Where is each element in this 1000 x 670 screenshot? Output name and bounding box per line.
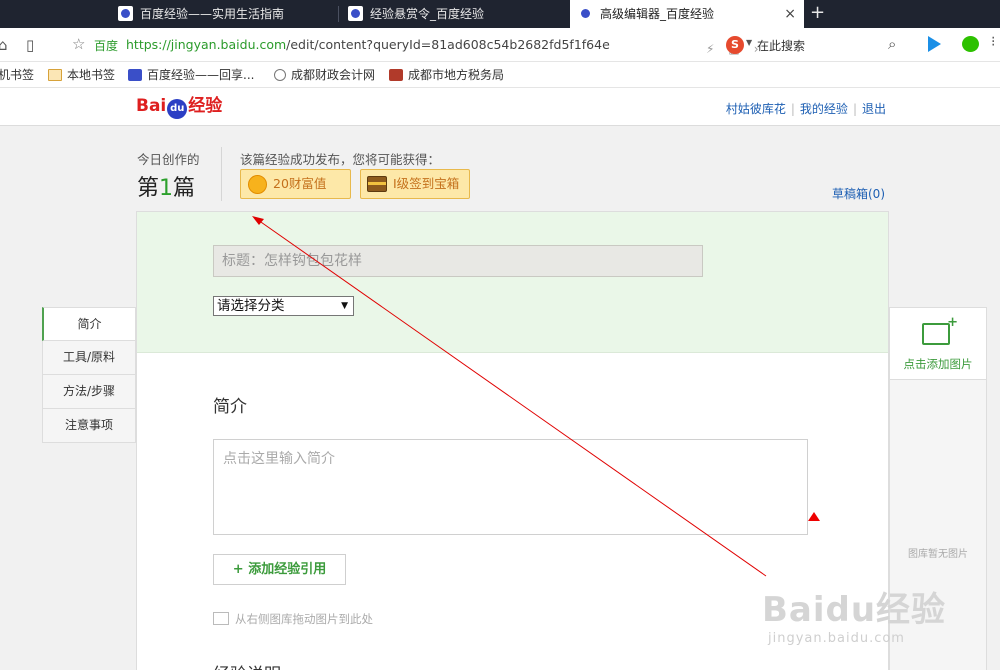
section-nav-steps[interactable]: 方法/步骤 xyxy=(42,375,136,409)
url-text[interactable]: https://jingyan.baidu.com/edit/content?q… xyxy=(126,37,610,52)
video-extension-icon[interactable] xyxy=(928,36,941,52)
section-nav-tools[interactable]: 工具/原料 xyxy=(42,341,136,375)
username-link[interactable]: 村姑彼库花 xyxy=(726,102,786,116)
new-tab-button[interactable]: + xyxy=(810,2,825,24)
url-field[interactable]: ☆ 百度 https://jingyan.baidu.com/edit/cont… xyxy=(66,33,759,57)
url-host: https://jingyan.baidu.com xyxy=(126,37,287,52)
reward-level-label: I级 xyxy=(393,176,410,191)
image-library-empty-text: 图库暂无图片 xyxy=(908,549,968,560)
tab-title: 经验悬赏令_百度经验 xyxy=(370,7,485,21)
bookmark-item[interactable]: 百度经验——回享... xyxy=(128,67,254,83)
category-select[interactable]: 请选择分类 ▼ xyxy=(213,296,354,316)
folder-icon xyxy=(48,69,62,81)
logo-bai: Bai xyxy=(136,96,167,116)
bookmark-label: 成都财政会计网 xyxy=(291,68,376,82)
site-label: 百度 xyxy=(94,39,119,53)
annotation-triangle-marker xyxy=(808,512,820,521)
add-image-icon xyxy=(922,315,958,345)
close-icon[interactable]: × xyxy=(784,0,796,28)
reward-chest-label: 签到宝箱 xyxy=(409,176,460,191)
today-created-count: 第1篇 xyxy=(137,170,195,202)
bookmark-item[interactable]: 成都财政会计网 xyxy=(274,67,375,83)
tab-divider xyxy=(338,6,339,22)
watermark-url: jingyan.baidu.com xyxy=(768,631,905,646)
baidu-paw-icon xyxy=(128,69,142,81)
bookmark-label: 成都市地方税务局 xyxy=(408,68,505,82)
bookmark-item[interactable]: 本地书签 xyxy=(48,67,115,83)
bookmark-label: 机书签 xyxy=(0,68,35,82)
drafts-link[interactable]: 草稿箱(0) xyxy=(832,185,885,202)
next-section-heading: 经验说明 xyxy=(213,660,281,670)
baidu-jingyan-watermark: Baidu经验 jingyan.baidu.com xyxy=(762,582,946,646)
coin-icon xyxy=(248,175,267,194)
title-zone: 标题：怎样钩包包花样 请选择分类 ▼ xyxy=(137,212,888,353)
wechat-extension-icon[interactable] xyxy=(962,36,979,52)
watermark-logo: Baidu经验 xyxy=(762,590,947,630)
divider xyxy=(221,147,222,201)
site-header: Bai du 经验 村姑彼库花 | 我的经验 | 退出 xyxy=(0,88,1000,126)
reward-wealth-badge: 20财富值 xyxy=(240,169,351,199)
reward-wealth-label: 20财富值 xyxy=(273,176,327,191)
logo-du: du xyxy=(167,99,188,119)
user-links: 村姑彼库花 | 我的经验 | 退出 xyxy=(726,100,886,117)
address-bar: ⌂ ▯ ☆ 百度 https://jingyan.baidu.com/edit/… xyxy=(0,28,1000,62)
search-icon[interactable]: ⌕ xyxy=(888,35,896,53)
drag-image-hint: 从右侧图库拖动图片到此处 xyxy=(213,611,373,627)
bookmark-item[interactable]: 成都市地方税务局 xyxy=(389,67,504,83)
divider: | xyxy=(852,102,857,116)
title-field[interactable]: 标题：怎样钩包包花样 xyxy=(213,245,703,277)
chevron-down-icon[interactable]: ▼ xyxy=(746,38,752,47)
my-experience-link[interactable]: 我的经验 xyxy=(800,102,848,116)
count-prefix: 第 xyxy=(137,176,160,201)
section-nav-intro[interactable]: 简介 xyxy=(42,307,136,341)
intro-heading: 简介 xyxy=(213,397,247,417)
tab-baidu-jingyan-home[interactable]: 百度经验——实用生活指南 xyxy=(110,0,338,28)
count-number: 1 xyxy=(159,176,174,201)
tab-reward-order[interactable]: 经验悬赏令_百度经验 xyxy=(340,0,570,28)
more-icon[interactable]: ⁝ xyxy=(991,34,995,50)
baidu-paw-icon xyxy=(348,6,363,21)
baidu-paw-icon xyxy=(578,6,593,21)
today-created-label: 今日创作的 xyxy=(137,152,200,167)
count-suffix: 篇 xyxy=(173,176,196,201)
reward-chest-badge: I级签到宝箱 xyxy=(360,169,470,199)
bookmark-label: 本地书签 xyxy=(67,68,116,82)
add-image-label: 点击添加图片 xyxy=(903,357,973,371)
logout-link[interactable]: 退出 xyxy=(862,102,886,116)
logo-jingyan: 经验 xyxy=(188,96,223,116)
baidu-paw-icon xyxy=(118,6,133,21)
star-icon[interactable]: ☆ xyxy=(72,35,85,53)
treasure-chest-icon xyxy=(367,176,387,192)
search-input[interactable]: 在此搜索 xyxy=(757,37,805,54)
tax-bureau-icon xyxy=(389,69,403,81)
reward-title: 该篇经验成功发布，您将可能获得： xyxy=(240,152,441,167)
add-image-button[interactable]: 点击添加图片 xyxy=(890,308,986,380)
drag-hint-text: 从右侧图库拖动图片到此处 xyxy=(235,612,373,626)
tab-title: 百度经验——实用生活指南 xyxy=(140,7,285,21)
search-engine-icon[interactable]: S xyxy=(726,36,744,54)
url-path: /edit/content?queryId=81ad608c54b2682fd5… xyxy=(286,37,610,52)
intro-textarea[interactable]: 点击这里输入简介 xyxy=(213,439,808,535)
chevron-down-icon: ▼ xyxy=(341,301,348,311)
globe-icon xyxy=(274,69,286,81)
bookmarks-bar: 机书签 本地书签 百度经验——回享... 成都财政会计网 成都市地方税务局 xyxy=(0,62,1000,88)
category-selected: 请选择分类 xyxy=(217,298,285,314)
reader-icon[interactable]: ▯ xyxy=(26,36,34,54)
bookmark-label: 百度经验——回享... xyxy=(147,68,255,82)
add-reference-button[interactable]: + 添加经验引用 xyxy=(213,554,346,585)
divider: | xyxy=(790,102,795,116)
tab-advanced-editor[interactable]: 高级编辑器_百度经验 × xyxy=(570,0,804,28)
baidu-jingyan-logo[interactable]: Bai du 经验 xyxy=(136,94,222,119)
section-nav: 简介 工具/原料 方法/步骤 注意事项 xyxy=(42,307,136,443)
image-icon xyxy=(213,612,229,625)
browser-tab-bar: 百度经验——实用生活指南 经验悬赏令_百度经验 高级编辑器_百度经验 × + xyxy=(0,0,1000,28)
bookmark-item[interactable]: 机书签 xyxy=(0,67,34,83)
home-icon[interactable]: ⌂ xyxy=(0,36,8,54)
tab-title: 高级编辑器_百度经验 xyxy=(600,7,715,21)
section-nav-notes[interactable]: 注意事项 xyxy=(42,409,136,443)
